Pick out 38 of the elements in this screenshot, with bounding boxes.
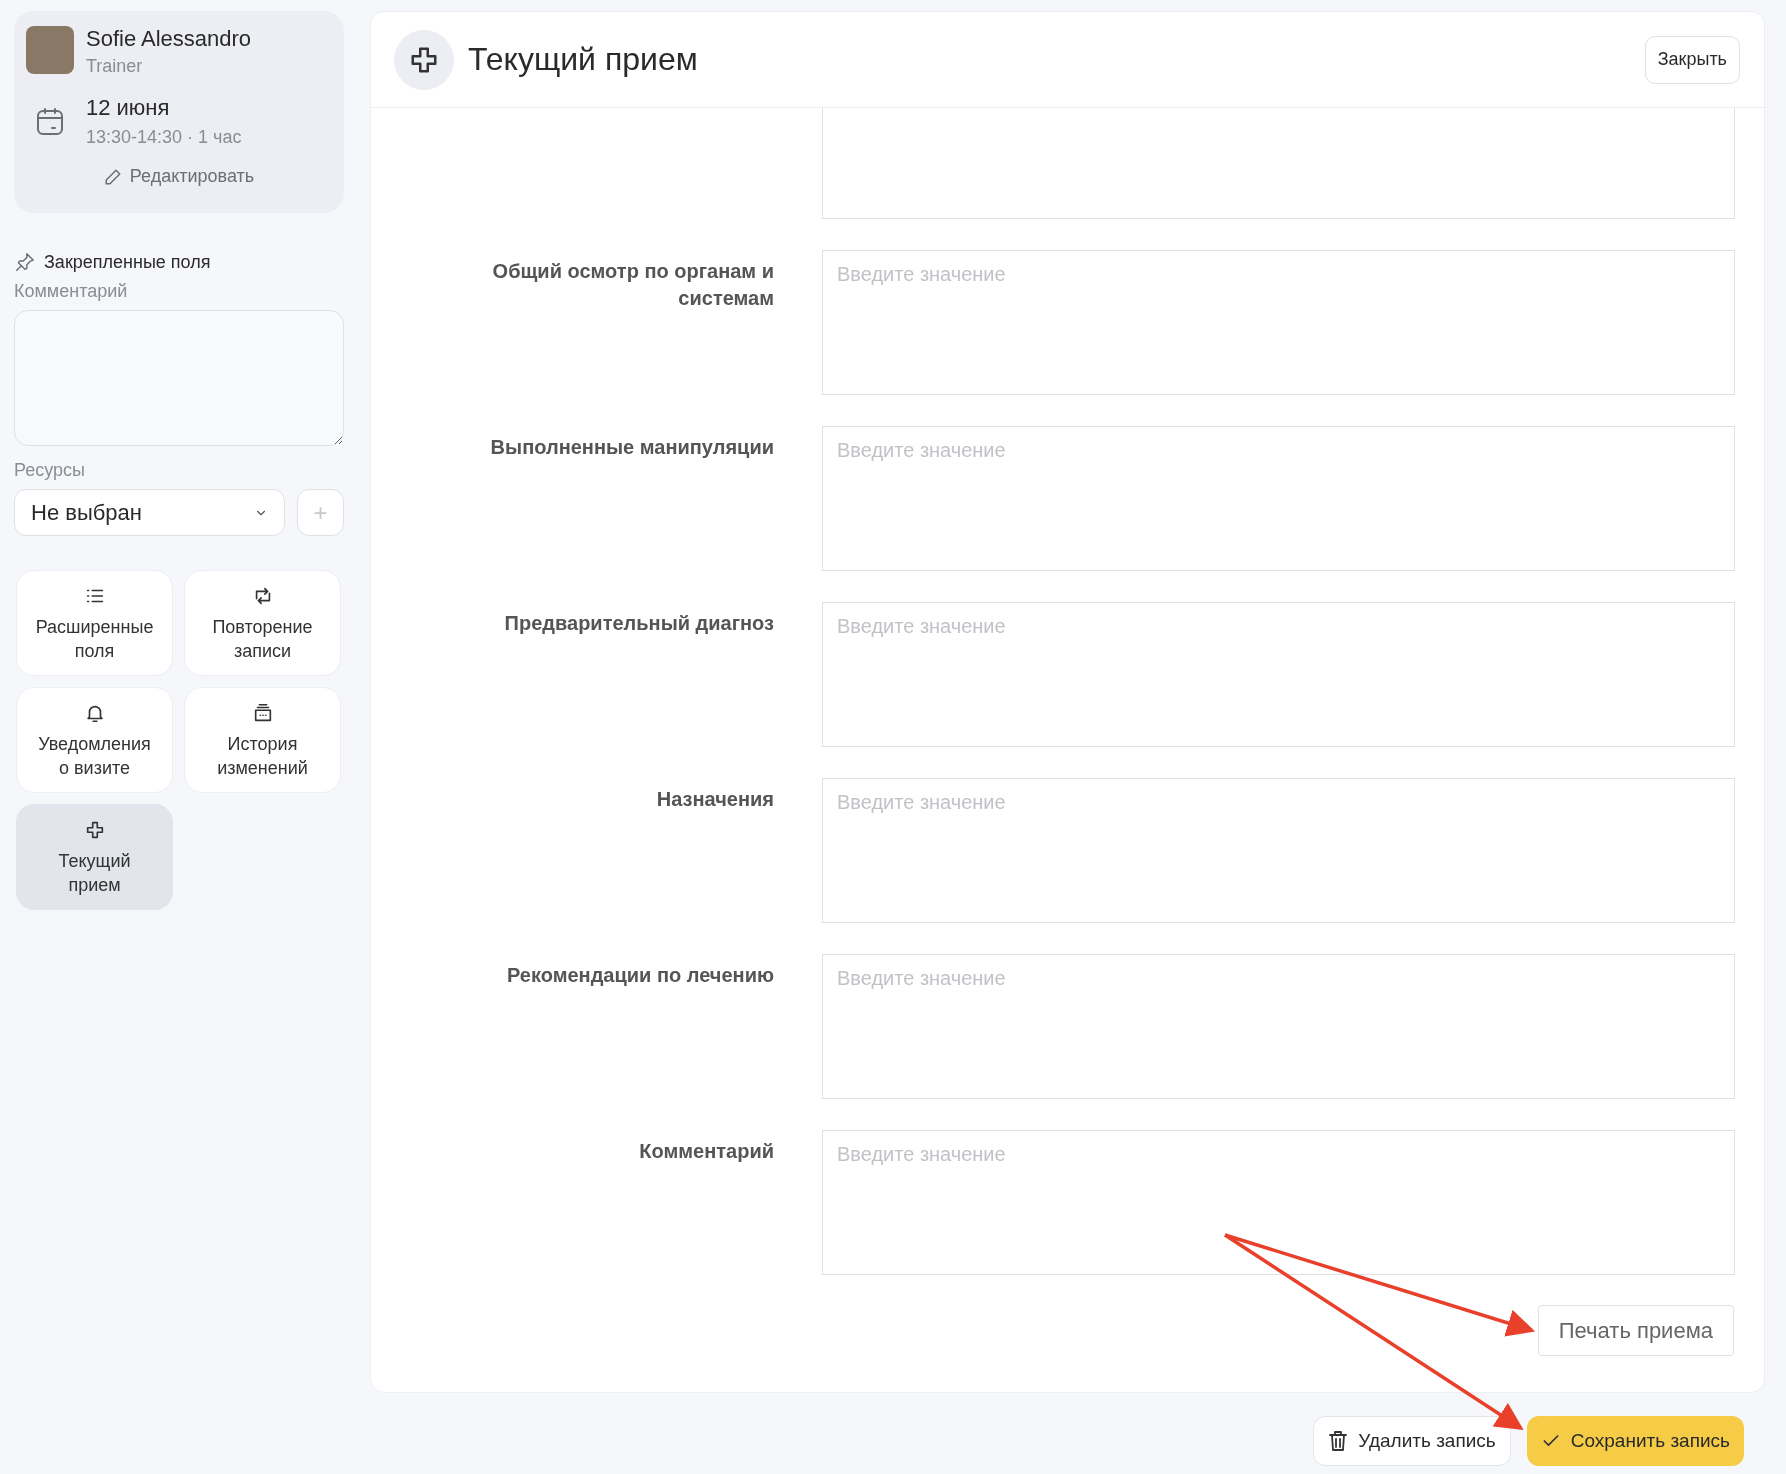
trash-icon bbox=[1328, 1430, 1349, 1452]
field-label: Общий осмотр по органам и системам bbox=[491, 259, 774, 311]
menu-tile[interactable]: Повторение записи bbox=[184, 570, 341, 676]
field-label: Рекомендации по лечению bbox=[505, 963, 774, 988]
appointment-time: 13:30-14:30 · 1 час bbox=[86, 127, 242, 148]
staff-name: Sofie Alessandro bbox=[86, 26, 252, 52]
delete-button[interactable]: Удалить запись bbox=[1313, 1416, 1511, 1466]
comment-field[interactable] bbox=[14, 310, 344, 446]
section-title: Закрепленные поля bbox=[44, 251, 211, 273]
resource-dropdown[interactable]: Не выбран bbox=[14, 489, 285, 536]
menu-tile[interactable]: Уведомления о визите bbox=[16, 687, 173, 793]
photo-placeholder bbox=[26, 26, 74, 74]
menu-tile[interactable]: Расширенные поля bbox=[16, 570, 173, 676]
field-label: Комментарий bbox=[14, 281, 129, 302]
text-area[interactable]: Введите значение bbox=[822, 778, 1735, 923]
text-area[interactable]: Введите значение bbox=[822, 250, 1735, 395]
field-label: Комментарий bbox=[638, 1139, 774, 1164]
field-label: Назначения bbox=[655, 787, 774, 812]
edit-link[interactable]: Редактировать bbox=[103, 166, 255, 187]
text-area[interactable]: Введите значение bbox=[822, 954, 1735, 1099]
text-area[interactable]: Введите значение bbox=[822, 1130, 1735, 1275]
calendar-icon bbox=[34, 105, 66, 138]
panel-title: Текущий прием bbox=[468, 41, 699, 78]
close-button[interactable]: Закрыть bbox=[1644, 35, 1740, 84]
pin-icon bbox=[14, 251, 36, 273]
field-label: Ресурсы bbox=[14, 460, 86, 481]
menu-tile[interactable]: История изменений bbox=[184, 687, 341, 793]
appointment-date: 12 июня bbox=[86, 95, 171, 121]
print-button[interactable]: Печать приема bbox=[1537, 1305, 1734, 1356]
text-area[interactable]: Введите значение bbox=[822, 602, 1735, 747]
text-area[interactable]: Введите значение bbox=[822, 426, 1735, 571]
staff-role: Trainer bbox=[86, 56, 144, 77]
field-label: Предварительный диагноз bbox=[503, 611, 774, 636]
pencil-icon bbox=[103, 167, 122, 186]
menu-tile[interactable]: Текущий прием bbox=[16, 804, 173, 910]
field-label: Выполненные манипуляции bbox=[489, 435, 774, 460]
save-button[interactable]: Сохранить запись bbox=[1526, 1416, 1744, 1466]
text-area[interactable] bbox=[822, 108, 1735, 219]
